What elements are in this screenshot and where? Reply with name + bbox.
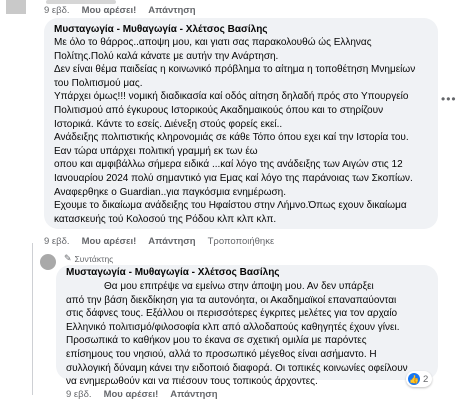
comment-time[interactable]: 9 εβδ.: [44, 236, 70, 247]
comment-actions: 9 εβδ. Μου αρέσει! Απάντηση Τροποποιήθηκ…: [44, 236, 286, 247]
comment-line: Δεν είναι θέμα παιδείας η κοινωνικό πρόβ…: [54, 64, 416, 76]
comment-line: Ιστορικά. Κάντε το εσείς. Διένεξη στούς …: [54, 118, 283, 130]
reaction-count: 2: [423, 373, 429, 385]
comment-line: κατασκευής τού Κολοσού της Ρόδου κλπ κλπ…: [54, 213, 277, 225]
avatar[interactable]: [6, 0, 26, 14]
comment-line: οπου και αμφιβάλλω σήμερα ειδικά ...καί …: [54, 159, 403, 171]
reply-text: Θα μου επιτρέψε να εμείνω στην άποψη μου…: [66, 280, 408, 389]
author-badge: ✎ Συντάκτης: [64, 253, 113, 264]
reply-button[interactable]: Απάντηση: [170, 389, 217, 400]
reaction-summary[interactable]: 👍 2: [406, 371, 433, 387]
comment-line: Ιανουαρίου 2024 πολύ σημαντικό για Εμας …: [54, 172, 413, 184]
badge-label: Συντάκτης: [74, 253, 114, 264]
reply-line: επίσημους του νησιού, αλλά το προσωπικό …: [66, 348, 377, 360]
reply-line: στις δάφνες τους. Εξάλλου οι περισσότερε…: [66, 308, 398, 320]
reply-button[interactable]: Απάντηση: [148, 236, 195, 247]
reply-line: Προσωπικά το καθήκον μου το έκανα σε σχε…: [66, 335, 367, 347]
reply-line: να ενημερωθούν και να πιέσουν τους τοπικ…: [66, 376, 318, 388]
reply-line: Ελληνικό πολιτισμό/φιλοσοφία κλπ από αλλ…: [66, 321, 400, 333]
comment-line: Υπάρχει όμως!!! νομική διαδικασία καί οδ…: [54, 91, 409, 103]
comment-time[interactable]: 9 εβδ.: [44, 5, 70, 16]
more-options-icon[interactable]: •••: [441, 92, 457, 106]
comment-actions: 9 εβδ. Μου αρέσει! Απάντηση: [44, 5, 208, 16]
like-button[interactable]: Μου αρέσει!: [82, 5, 137, 16]
comment-bubble: Μυσταγωγία - Μυθαγωγία - Χλέτσος Βασίλης…: [44, 18, 438, 229]
comment-author[interactable]: Μυσταγωγία - Μυθαγωγία - Χλέτσος Βασίλης: [54, 24, 428, 36]
comment-text: Με όλο το θάρρος..αποψη μου, και γιατι σ…: [54, 36, 428, 226]
reply-author[interactable]: Μυσταγωγία - Μυθαγωγία - Χλέτσος Βασίλης: [66, 267, 280, 279]
comment-line: Ανάδειξης πολιτιστικής κληρονομιάς σε κά…: [54, 132, 409, 144]
reply-actions: 9 εβδ. Μου αρέσει! Απάντηση: [66, 389, 230, 400]
edited-label: Τροποποιήθηκε: [207, 236, 275, 247]
thread-line: [32, 243, 33, 395]
like-button[interactable]: Μου αρέσει!: [104, 389, 159, 400]
cut-off-name: [46, 0, 116, 4]
comment-line: του Πολιτισμού μας.: [54, 77, 143, 89]
avatar[interactable]: [38, 252, 58, 272]
like-icon: 👍: [408, 373, 420, 385]
like-button[interactable]: Μου αρέσει!: [82, 236, 137, 247]
reply-line: συλλογική δύναμη κάνει την ειδοποιό διαφ…: [66, 362, 408, 374]
comment-time[interactable]: 9 εβδ.: [66, 389, 92, 400]
reply-line: από την βάση διεκδίκηση για τα αυτονόητα…: [66, 294, 397, 306]
comment-line: Εχουμε το δικαίωμα ανάδειξης του Ηφαίστο…: [54, 200, 407, 212]
comment-line: Πολίτης.Πολύ καλά κάνατε με αυτήν την Αν…: [54, 50, 279, 62]
pencil-icon: ✎: [64, 253, 72, 263]
comment-line: Εαν τώρα υπάρχει πολιτική γραμμή εκ των …: [54, 145, 258, 157]
reply-button[interactable]: Απάντηση: [148, 5, 195, 16]
comment-line: Πολιτισμού από έγκυρους Ιστορικούς Ακαδη…: [54, 104, 384, 116]
previous-comment-tail: 9 εβδ. Μου αρέσει! Απάντηση: [0, 0, 459, 18]
comment-line: Με όλο το θάρρος..αποψη μου, και γιατι σ…: [54, 37, 372, 48]
comment-line: Αναφερθηκε ο Guardian..για παγκόσμια ενη…: [54, 186, 287, 198]
reply-line: Θα μου επιτρέψε να εμείνω στην άποψη μου…: [104, 281, 374, 292]
